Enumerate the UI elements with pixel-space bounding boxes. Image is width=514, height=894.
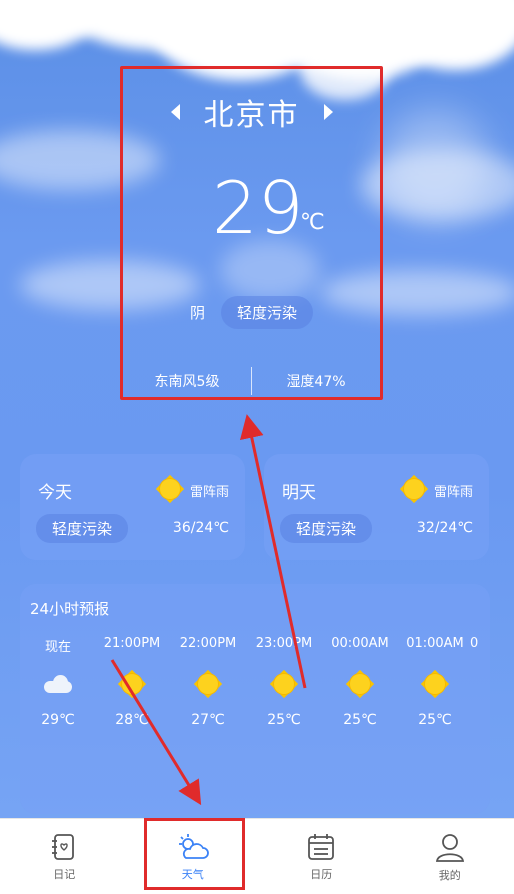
sun-icon (401, 476, 427, 502)
sun-icon (422, 671, 448, 697)
tab-label: 日记 (53, 867, 76, 881)
hour-time: 0 (470, 636, 479, 651)
hour-time: 00:00AM (331, 636, 389, 651)
hour-item: 0 (470, 636, 490, 656)
profile-icon (435, 833, 464, 862)
menu-icon (458, 32, 462, 35)
hour-time: 01:00AM (406, 636, 464, 651)
hour-item: 22:00PM 27℃ (170, 636, 246, 728)
hour-temperature: 27℃ (191, 712, 225, 728)
tomorrow-card[interactable]: 明天 雷阵雨 轻度污染 32/24℃ (264, 454, 489, 560)
day-name: 今天 (38, 483, 72, 503)
air-quality-badge: 轻度污染 (280, 514, 373, 543)
day-name: 明天 (282, 483, 316, 503)
annotation-tab-highlight-box (144, 818, 245, 890)
day-weather: 雷阵雨 (190, 485, 230, 500)
cloud-icon (44, 675, 72, 693)
air-quality-badge: 轻度污染 (36, 514, 129, 543)
hour-item: 23:00PM 25℃ (246, 636, 322, 728)
sun-icon (271, 671, 297, 697)
tab-calendar[interactable]: 日历 (257, 819, 386, 894)
hour-temperature: 25℃ (343, 712, 377, 728)
diary-icon (52, 833, 75, 860)
tab-diary[interactable]: 日记 (0, 819, 129, 894)
hour-time: 23:00PM (255, 636, 313, 651)
bottom-tab-bar: 日记 天气 日历 我的 (0, 818, 514, 894)
hour-time: 22:00PM (179, 636, 237, 651)
temperature-range: 32/24℃ (416, 520, 473, 536)
hour-item: 01:00AM 25℃ (397, 636, 473, 728)
calendar-icon (308, 833, 335, 860)
hourly-forecast-title: 24小时预报 (30, 600, 110, 618)
hour-item: 00:00AM 25℃ (322, 636, 398, 728)
tab-profile[interactable]: 我的 (386, 819, 514, 894)
sun-icon (347, 671, 373, 697)
sun-icon (195, 671, 221, 697)
hour-time: 21:00PM (103, 636, 161, 651)
hour-item: 现在 29℃ (20, 636, 96, 728)
hour-time: 现在 (44, 640, 71, 655)
hourly-forecast-card[interactable]: 24小时预报 现在 29℃ 21:00PM 28℃ 22:00PM 27℃ 23… (20, 584, 490, 814)
temperature-range: 36/24℃ (172, 520, 229, 536)
hour-temperature: 29℃ (41, 712, 75, 728)
hour-temperature: 28℃ (115, 712, 149, 728)
day-weather: 雷阵雨 (434, 485, 474, 500)
tab-label: 日历 (310, 867, 333, 881)
hour-item: 21:00PM 28℃ (94, 636, 170, 728)
annotation-highlight-box (120, 66, 383, 400)
sun-icon (157, 476, 183, 502)
tab-label: 我的 (438, 868, 461, 882)
today-card[interactable]: 今天 雷阵雨 轻度污染 36/24℃ (20, 454, 245, 560)
hour-temperature: 25℃ (418, 712, 452, 728)
hour-temperature: 25℃ (267, 712, 301, 728)
menu-button[interactable] (458, 30, 488, 54)
sun-icon (119, 671, 145, 697)
